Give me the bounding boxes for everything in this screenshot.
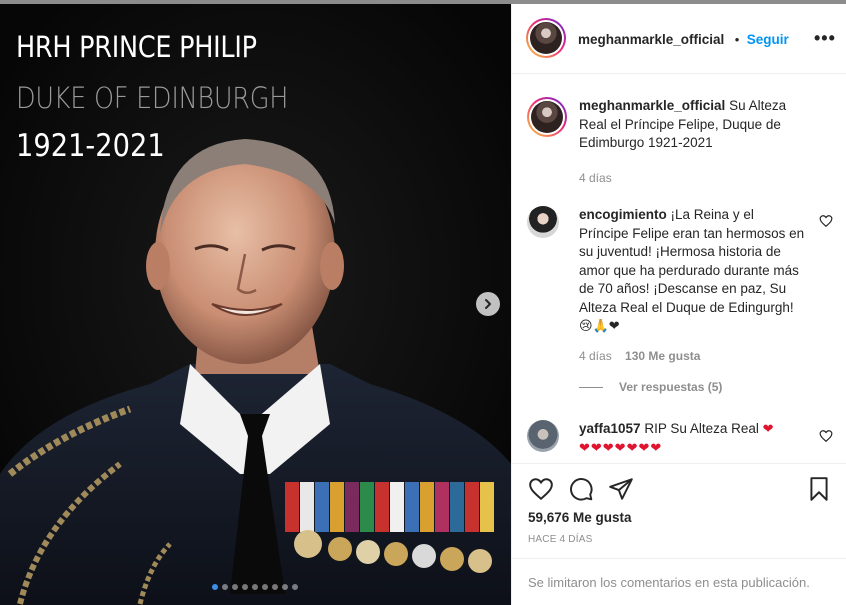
like-heart-icon[interactable]	[528, 476, 554, 502]
comment-emoji: ❤	[762, 422, 774, 437]
comment-text: RIP Su Alteza Real	[644, 421, 759, 436]
comment-bubble-icon[interactable]	[568, 476, 594, 502]
comment-likes[interactable]: 130 Me gusta	[625, 349, 700, 363]
post-image[interactable]: HRH PRINCE PHILIP DUKE OF EDINBURGH 1921…	[0, 4, 511, 605]
comments-list[interactable]: meghanmarkle_official Su Alteza Real el …	[512, 75, 846, 463]
view-replies-label: Ver respuestas (5)	[619, 380, 723, 394]
post-details-panel: meghanmarkle_official • Seguir ••• megha…	[511, 4, 846, 605]
comment-emojis: 😢🙏❤	[579, 319, 620, 334]
carousel-next-button[interactable]	[476, 292, 500, 316]
post-timestamp: HACE 4 DÍAS	[528, 534, 593, 545]
overlay-subtitle: DUKE OF EDINBURGH	[16, 81, 289, 115]
author-avatar[interactable]	[526, 18, 566, 58]
carousel-dot	[232, 584, 238, 590]
comment-age: 4 días	[579, 348, 612, 363]
commenter-username[interactable]: encogimiento	[579, 207, 667, 222]
replies-divider	[579, 386, 603, 388]
follow-button[interactable]: Seguir	[747, 32, 789, 47]
save-bookmark-icon[interactable]	[806, 476, 832, 502]
post-likes-count[interactable]: 59,676 Me gusta	[528, 510, 632, 525]
more-options-button[interactable]: •••	[814, 29, 836, 47]
author-username[interactable]: meghanmarkle_official	[578, 32, 724, 47]
comments-limited-notice: Se limitaron los comentarios en esta pub…	[528, 575, 810, 590]
carousel-indicator	[212, 584, 298, 590]
caption-avatar[interactable]	[527, 97, 567, 137]
comment-footer: Se limitaron los comentarios en esta pub…	[512, 558, 846, 605]
overlay-title: HRH PRINCE PHILIP	[16, 30, 257, 64]
carousel-dot	[242, 584, 248, 590]
carousel-dot	[292, 584, 298, 590]
comment-text: ¡La Reina y el Príncipe Felipe eran tan …	[579, 207, 805, 315]
overlay-years: 1921-2021	[16, 128, 165, 164]
like-comment-heart-icon[interactable]	[819, 429, 833, 443]
share-paper-plane-icon[interactable]	[608, 476, 634, 502]
caption-age: 4 días	[579, 170, 612, 185]
like-comment-heart-icon[interactable]	[819, 214, 833, 228]
carousel-dot	[282, 584, 288, 590]
carousel-dot	[222, 584, 228, 590]
post-header: meghanmarkle_official • Seguir •••	[512, 4, 846, 74]
caption-username[interactable]: meghanmarkle_official	[579, 98, 725, 113]
commenter-username[interactable]: yaffa1057	[579, 421, 641, 436]
commenter-avatar[interactable]	[527, 206, 559, 238]
view-replies-button[interactable]: Ver respuestas (5)	[579, 380, 722, 394]
comment-emoji-line: ❤❤❤❤❤❤❤	[579, 440, 663, 456]
post-actions: 59,676 Me gusta HACE 4 DÍAS	[512, 463, 846, 548]
carousel-dot	[252, 584, 258, 590]
carousel-dot	[272, 584, 278, 590]
carousel-dot	[212, 584, 218, 590]
commenter-avatar[interactable]	[527, 420, 559, 452]
separator-dot: •	[734, 32, 740, 47]
carousel-dot	[262, 584, 268, 590]
chevron-right-icon	[485, 299, 491, 309]
